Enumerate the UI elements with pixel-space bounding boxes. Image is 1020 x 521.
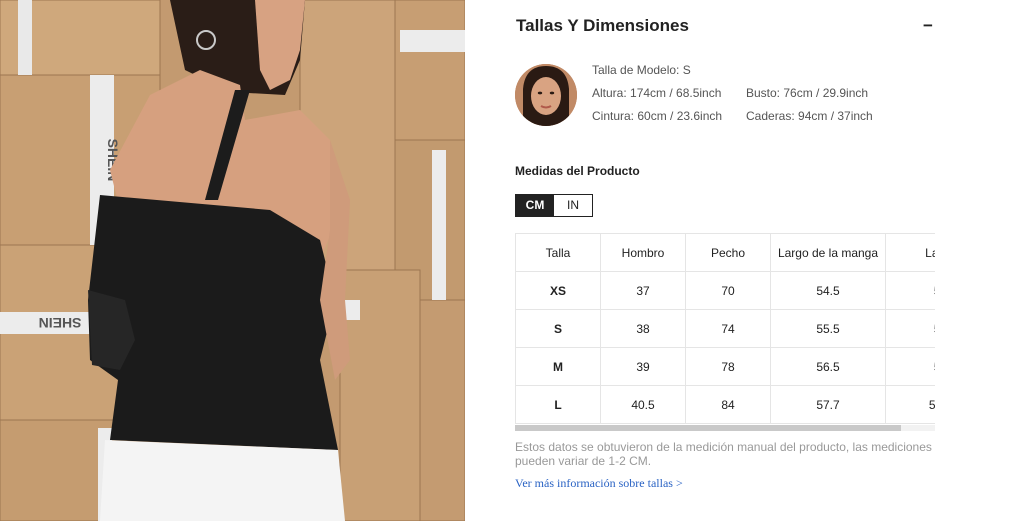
table-horizontal-scrollbar[interactable] — [515, 425, 935, 431]
unit-in-button[interactable]: IN — [554, 195, 592, 216]
measurement-note: Estos datos se obtuvieron de la medición… — [515, 440, 932, 468]
section-title: Tallas Y Dimensiones — [516, 16, 689, 35]
model-waist: Cintura: 60cm / 23.6inch — [592, 109, 723, 123]
table-cell: 40.5 — [600, 385, 686, 424]
table-cell: S — [515, 309, 601, 348]
table-cell: XS — [515, 271, 601, 310]
table-cell: 56.5 — [770, 347, 886, 386]
table-cell: 54 — [885, 271, 935, 310]
model-bust: Busto: 76cm / 29.9inch — [746, 86, 869, 100]
table-cell: 84 — [685, 385, 771, 424]
table-cell: L — [515, 385, 601, 424]
table-cell: 54.5 — [770, 271, 886, 310]
table-cell: M — [515, 347, 601, 386]
table-row: XS 37 70 54.5 54 — [515, 271, 935, 310]
table-row: M 39 78 56.5 56 — [515, 347, 935, 386]
header-pecho: Pecho — [685, 233, 771, 272]
table-cell: 57.5 — [885, 385, 935, 424]
table-cell: 55 — [885, 309, 935, 348]
model-size: Talla de Modelo: S — [592, 63, 691, 77]
model-info: Talla de Modelo: S Altura: 174cm / 68.5i… — [592, 62, 873, 131]
table-cell: 56 — [885, 347, 935, 386]
header-hombro: Hombro — [600, 233, 686, 272]
header-largo: Largo — [885, 233, 935, 272]
measurements-title: Medidas del Producto — [515, 164, 640, 178]
model-hips: Caderas: 94cm / 37inch — [746, 109, 873, 123]
header-largo-manga: Largo de la manga — [770, 233, 886, 272]
collapse-icon[interactable]: − — [921, 16, 935, 36]
table-row: S 38 74 55.5 55 — [515, 309, 935, 348]
table-cell: 57.7 — [770, 385, 886, 424]
table-cell: 38 — [600, 309, 686, 348]
size-panel: Tallas Y Dimensiones − Talla de Modelo: … — [515, 0, 940, 521]
table-cell: 39 — [600, 347, 686, 386]
table-cell: 37 — [600, 271, 686, 310]
size-info-link[interactable]: Ver más información sobre tallas > — [515, 476, 683, 491]
box-label-text-2: SHEIN — [39, 315, 82, 331]
unit-cm-button[interactable]: CM — [516, 195, 554, 216]
header-talla: Talla — [515, 233, 601, 272]
unit-toggle: CM IN — [515, 194, 593, 217]
model-avatar — [515, 64, 577, 126]
scrollbar-thumb[interactable] — [515, 425, 901, 431]
product-photo-illustration: SHEIN SHEIN — [0, 0, 465, 521]
model-height: Altura: 174cm / 68.5inch — [592, 86, 722, 100]
table-cell: 70 — [685, 271, 771, 310]
table-header-row: Talla Hombro Pecho Largo de la manga Lar… — [515, 233, 935, 272]
table-cell: 55.5 — [770, 309, 886, 348]
table-cell: 74 — [685, 309, 771, 348]
size-table-container[interactable]: Talla Hombro Pecho Largo de la manga Lar… — [515, 233, 935, 427]
table-cell: 78 — [685, 347, 771, 386]
table-row: L 40.5 84 57.7 57.5 — [515, 385, 935, 424]
product-photo[interactable]: SHEIN SHEIN — [0, 0, 465, 521]
size-table: Talla Hombro Pecho Largo de la manga Lar… — [515, 233, 935, 424]
